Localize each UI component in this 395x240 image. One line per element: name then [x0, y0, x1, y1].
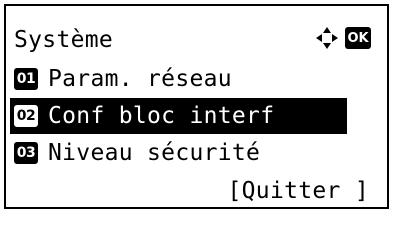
menu-item-number: 02: [14, 105, 38, 127]
menu-item-number: 03: [14, 142, 38, 164]
lcd-screen: Système OK 01 Param. réseau 02 Conf bloc…: [4, 4, 389, 209]
menu-item-niveau-securite[interactable]: 03 Niveau sécurité: [6, 135, 387, 171]
dpad-arrows-icon: [316, 27, 338, 49]
quit-option[interactable]: [Quitter ]: [6, 173, 387, 209]
screen-title: Système: [14, 27, 114, 53]
nav-icons: OK: [315, 26, 371, 50]
quit-label: [Quitter ]: [227, 178, 369, 204]
menu-item-label: Conf bloc interf: [48, 103, 275, 129]
menu-item-label: Param. réseau: [48, 66, 232, 92]
menu-item-conf-bloc-interf[interactable]: 02 Conf bloc interf: [10, 98, 347, 134]
menu-item-label: Niveau sécurité: [48, 140, 261, 166]
menu-item-number: 01: [14, 68, 38, 90]
menu-item-param-reseau[interactable]: 01 Param. réseau: [6, 61, 387, 97]
ok-icon: OK: [345, 27, 371, 49]
